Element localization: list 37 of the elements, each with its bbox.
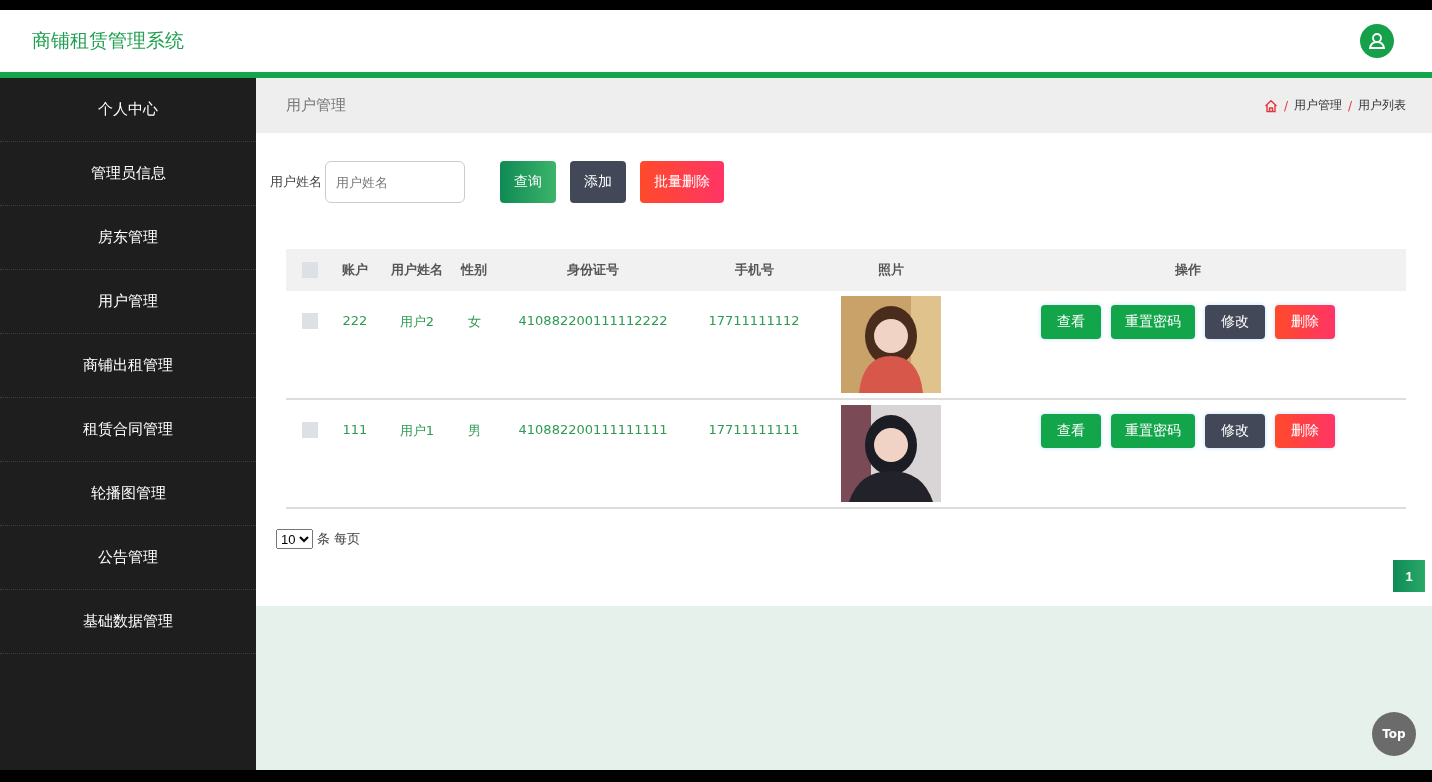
table-cell-text: 女 xyxy=(466,313,482,331)
column-header: 性别 xyxy=(459,261,488,279)
table-cell-text: 用户1 xyxy=(398,422,436,440)
breadcrumb-item[interactable]: 用户列表 xyxy=(1358,97,1406,114)
user-avatar-icon[interactable] xyxy=(1360,24,1394,58)
table-cell-text: 男 xyxy=(466,422,482,440)
breadcrumb-item[interactable]: 用户管理 xyxy=(1293,97,1342,114)
column-header: 照片 xyxy=(877,261,905,279)
checkbox[interactable] xyxy=(302,422,318,438)
column-header: 操作 xyxy=(1174,261,1202,279)
column-header: 身份证号 xyxy=(566,261,620,279)
back-to-top-button[interactable]: Top xyxy=(1372,712,1416,756)
breadcrumb-separator: / xyxy=(1283,98,1288,113)
column-header: 用户姓名 xyxy=(390,261,444,279)
table-cell-text: 410882200111111111 xyxy=(517,421,669,437)
page-button[interactable]: 1 xyxy=(1393,560,1425,592)
table-cell-text: 17711111112 xyxy=(707,312,801,328)
search-button[interactable]: 查询 xyxy=(500,161,556,203)
search-field[interactable]: 用户姓名 xyxy=(325,161,465,203)
table-cell-text: 222 xyxy=(341,312,369,328)
app-title: 商铺租赁管理系统 xyxy=(32,28,184,53)
page-size-label: 条 每页 xyxy=(317,530,361,548)
table-cell-text: 111 xyxy=(341,421,369,437)
column-header: 账户 xyxy=(341,261,369,279)
home-icon[interactable] xyxy=(1263,98,1278,113)
page-size-select[interactable]: 10 xyxy=(276,529,313,549)
edit-button[interactable]: 修改 xyxy=(1205,414,1265,448)
page-title: 用户管理 xyxy=(286,96,346,115)
column-header: 手机号 xyxy=(733,261,775,279)
breadcrumb-separator: / xyxy=(1347,98,1352,113)
table-cell-text: 用户2 xyxy=(398,313,436,331)
table-cell-text: 410882200111112222 xyxy=(517,312,669,328)
table-cell-text: 17711111111 xyxy=(707,421,801,437)
add-button[interactable]: 添加 xyxy=(570,161,626,203)
search-label: 用户姓名 xyxy=(270,173,322,191)
edit-button[interactable]: 修改 xyxy=(1205,305,1265,339)
checkbox[interactable] xyxy=(302,313,318,329)
